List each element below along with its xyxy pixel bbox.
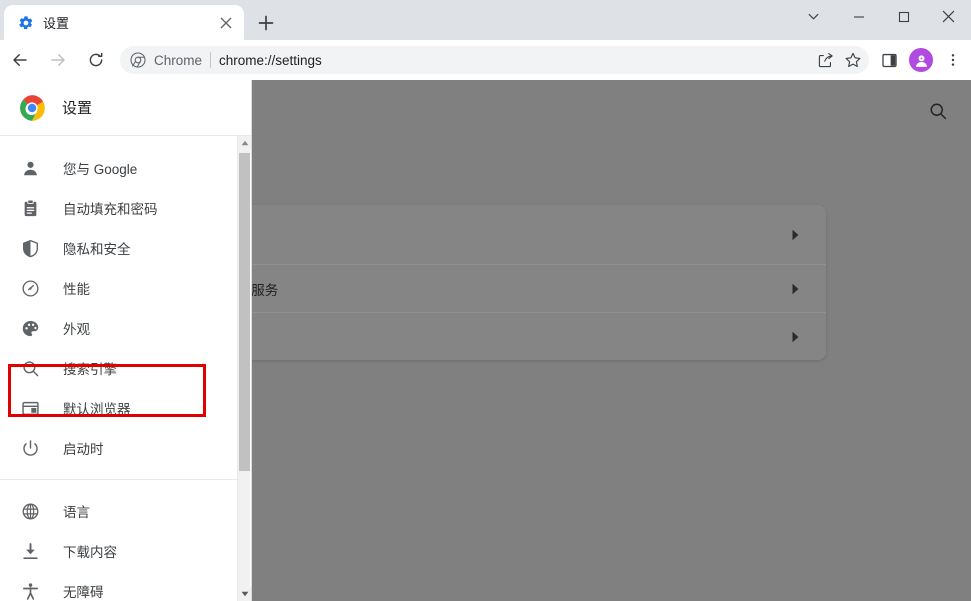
- sidebar-item-label: 隐私和安全: [63, 242, 131, 257]
- forward-button[interactable]: [44, 46, 72, 74]
- share-button[interactable]: [811, 46, 839, 74]
- close-icon: [942, 10, 955, 23]
- maximize-icon: [898, 11, 909, 22]
- browser-window: 设置 Chrome chrome://settings 服务 设置 您与 Goo…: [0, 0, 971, 601]
- sidebar-item-performance[interactable]: 性能: [0, 268, 238, 308]
- sidebar-item-appearance[interactable]: 外观: [0, 308, 238, 348]
- shield-icon: [18, 236, 42, 260]
- search-icon[interactable]: [928, 101, 948, 121]
- sidebar-item-autofill-passwords[interactable]: 自动填充和密码: [0, 188, 238, 228]
- close-window-button[interactable]: [926, 0, 971, 33]
- sidebar-item-label: 您与 Google: [63, 162, 138, 177]
- reload-icon: [89, 52, 103, 67]
- side-panel-button[interactable]: [875, 46, 903, 74]
- sidebar-item-languages[interactable]: 语言: [0, 491, 238, 531]
- sidebar-item-accessibility[interactable]: 无障碍: [0, 571, 238, 601]
- sidebar-item-default-browser[interactable]: 默认浏览器: [0, 388, 238, 428]
- new-tab-button[interactable]: [252, 9, 280, 37]
- sidebar-item-label: 默认浏览器: [63, 402, 131, 417]
- card-row[interactable]: ogle 服务: [202, 264, 826, 312]
- arrow-right-icon: [51, 54, 65, 66]
- back-button[interactable]: [6, 46, 34, 74]
- profile-avatar[interactable]: [909, 48, 933, 72]
- settings-title: 设置: [62, 100, 93, 117]
- sidebar-scrollbar[interactable]: [237, 136, 251, 601]
- omnibox-divider: [210, 52, 212, 68]
- close-icon: [220, 17, 232, 28]
- settings-sidebar-header: 设置: [0, 80, 251, 136]
- card-row[interactable]: [202, 205, 826, 264]
- palette-icon: [18, 316, 42, 340]
- settings-sidebar: 设置 您与 Google 自动填充和密码 隐私和安全 性能 外观 搜索引擎 默认…: [0, 80, 252, 601]
- download-icon: [18, 539, 42, 563]
- minimize-icon: [853, 15, 864, 18]
- chevron-right-icon: [791, 229, 800, 241]
- tab-strip: 设置: [0, 0, 971, 40]
- minimize-button[interactable]: [836, 0, 881, 33]
- sidebar-item-label: 语言: [63, 505, 90, 520]
- omnibox-url-text: chrome://settings: [219, 52, 322, 68]
- settings-sidebar-scroll-area: 您与 Google 自动填充和密码 隐私和安全 性能 外观 搜索引擎 默认浏览器…: [0, 136, 251, 601]
- caret-down-icon: [241, 591, 248, 597]
- caret-up-icon: [241, 140, 248, 146]
- sidebar-item-search-engine[interactable]: 搜索引擎: [0, 348, 238, 388]
- arrow-left-icon: [13, 54, 27, 66]
- browser-window-icon: [18, 396, 42, 420]
- settings-nav-list: 您与 Google 自动填充和密码 隐私和安全 性能 外观 搜索引擎 默认浏览器…: [0, 136, 238, 601]
- sidebar-item-label: 启动时: [63, 442, 104, 457]
- bookmark-button[interactable]: [839, 46, 867, 74]
- clipboard-icon: [18, 196, 42, 220]
- sidebar-item-privacy-and-security[interactable]: 隐私和安全: [0, 228, 238, 268]
- chrome-icon: [130, 52, 146, 68]
- sidebar-item-downloads[interactable]: 下载内容: [0, 531, 238, 571]
- side-panel-icon: [881, 53, 897, 67]
- tab-search-button[interactable]: [791, 0, 836, 33]
- sidebar-item-on-startup[interactable]: 启动时: [0, 428, 238, 468]
- reload-button[interactable]: [82, 46, 110, 74]
- accessibility-icon: [18, 579, 42, 601]
- address-bar[interactable]: Chrome chrome://settings: [120, 46, 869, 74]
- avatar-icon: [915, 54, 927, 67]
- browser-tab-settings[interactable]: 设置: [4, 5, 244, 40]
- sidebar-item-label: 外观: [63, 322, 90, 337]
- three-dots-icon: [951, 54, 955, 66]
- omnibox-scheme-chip: Chrome: [154, 52, 203, 68]
- globe-icon: [18, 499, 42, 523]
- share-icon: [818, 52, 833, 67]
- star-icon: [845, 52, 861, 68]
- tab-close-button[interactable]: [215, 12, 237, 34]
- search-icon: [18, 356, 42, 380]
- omnibox-actions: [811, 46, 867, 74]
- tab-title: 设置: [43, 16, 70, 31]
- plus-icon: [258, 15, 274, 31]
- gear-icon: [19, 15, 33, 29]
- sidebar-divider: [0, 479, 238, 480]
- settings-content-card: ogle 服务 置: [202, 205, 826, 360]
- window-controls: [791, 0, 971, 40]
- sidebar-item-you-and-google[interactable]: 您与 Google: [0, 148, 238, 188]
- sidebar-item-label: 下载内容: [63, 545, 117, 560]
- sidebar-item-label: 性能: [63, 282, 90, 297]
- scrollbar-up-button[interactable]: [238, 136, 251, 150]
- chevron-right-icon: [791, 283, 800, 295]
- chrome-logo-icon: [19, 94, 45, 121]
- toolbar-right-actions: [875, 46, 967, 74]
- browser-toolbar: Chrome chrome://settings: [0, 40, 971, 80]
- person-icon: [18, 156, 42, 180]
- sidebar-item-label: 自动填充和密码: [63, 202, 158, 217]
- power-icon: [18, 436, 42, 460]
- chrome-menu-button[interactable]: [939, 46, 967, 74]
- sidebar-item-label: 无障碍: [63, 585, 104, 600]
- chevron-right-icon: [791, 331, 800, 343]
- scrollbar-down-button[interactable]: [238, 587, 251, 601]
- sidebar-item-label: 搜索引擎: [63, 362, 117, 377]
- chevron-down-icon: [808, 13, 819, 20]
- card-row[interactable]: 置: [202, 312, 826, 360]
- maximize-button[interactable]: [881, 0, 926, 33]
- scrollbar-thumb[interactable]: [239, 153, 250, 471]
- settings-page: ogle 服务 置: [0, 80, 971, 601]
- speedometer-icon: [18, 276, 42, 300]
